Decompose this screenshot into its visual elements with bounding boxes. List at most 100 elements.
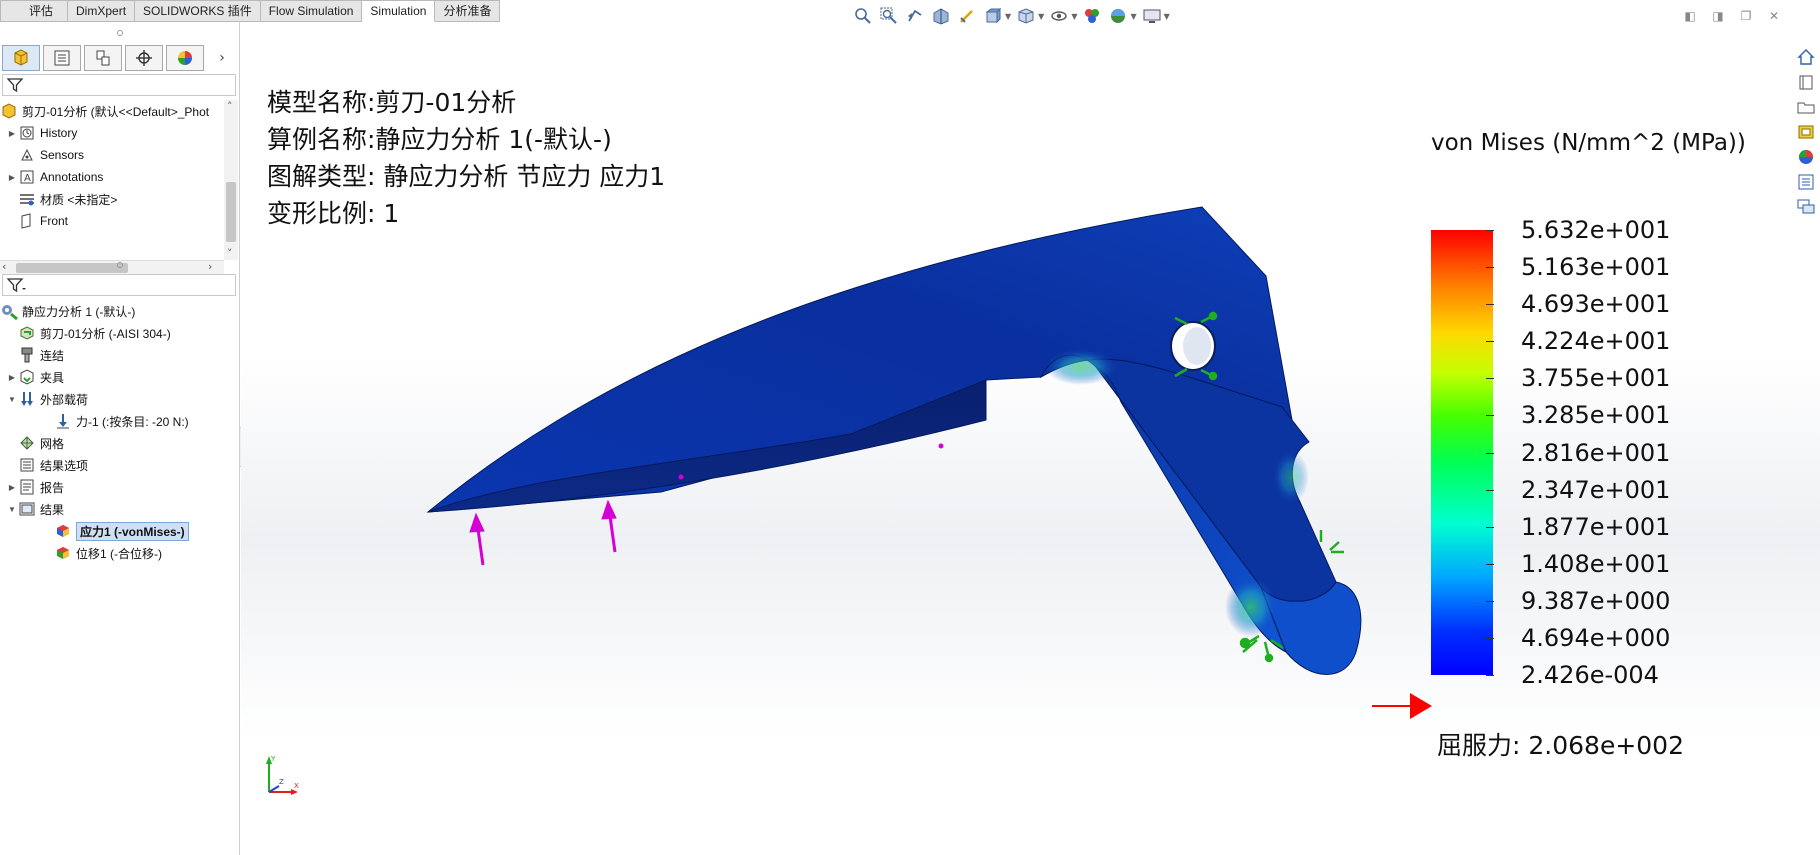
simulation-tree-item-label: 连结: [40, 348, 65, 363]
simulation-tree-item[interactable]: 位移1 (-合位移-): [0, 542, 240, 564]
display-style-dropdown-icon[interactable]: ▼: [1038, 12, 1044, 21]
expand-arrow-icon[interactable]: ▶: [6, 129, 18, 138]
part-icon: [18, 324, 36, 342]
displacement-plot-icon: [54, 544, 72, 562]
property-manager-tab-icon[interactable]: [43, 45, 81, 71]
horizontal-scroll-thumb[interactable]: [16, 263, 128, 273]
expand-arrow-icon[interactable]: ▼: [6, 395, 18, 404]
forum-icon[interactable]: [1794, 196, 1818, 218]
simulation-tree-item[interactable]: 连结: [0, 344, 240, 366]
simulation-tree-item[interactable]: ▼ 结果: [0, 498, 240, 520]
simulation-tree-item[interactable]: 力-1 (:按条目: -20 N:): [0, 410, 240, 432]
feature-tree-item[interactable]: Sensors: [0, 144, 240, 166]
expand-arrow-icon[interactable]: ▶: [6, 373, 18, 382]
study-root[interactable]: 静应力分析 1 (-默认-): [0, 300, 240, 322]
simulation-tree-item[interactable]: 剪刀-01分析 (-AISI 304-): [0, 322, 240, 344]
configuration-manager-tab-icon[interactable]: [84, 45, 122, 71]
command-tab[interactable]: Flow Simulation: [260, 0, 363, 22]
legend-value: 5.163e+001: [1521, 253, 1671, 282]
split-drag-handle[interactable]: [116, 262, 123, 268]
view-orientation-icon[interactable]: [982, 5, 1004, 27]
scissors-blade-body[interactable]: [426, 206, 1362, 675]
command-tab[interactable]: 分析准备: [435, 0, 501, 22]
legend-tick: [1486, 378, 1494, 380]
feature-tree-item[interactable]: 材质 <未指定>: [0, 188, 240, 210]
edit-appearance-icon[interactable]: [1081, 5, 1103, 27]
simulation-tree-item-label: 外部载荷: [40, 392, 89, 407]
hide-show-dropdown-icon[interactable]: ▼: [1071, 12, 1077, 21]
panel-drag-handle[interactable]: [116, 30, 123, 36]
external-loads-icon: [18, 390, 36, 408]
close-icon[interactable]: ✕: [1766, 8, 1782, 24]
feature-tree-vertical-scrollbar[interactable]: ˄ ˅: [224, 100, 238, 260]
vertical-scroll-thumb[interactable]: [226, 182, 236, 242]
feature-tree-item[interactable]: ▶ History: [0, 122, 240, 144]
view-settings-dropdown-icon[interactable]: ▼: [1164, 12, 1170, 21]
feature-manager-tab-icon[interactable]: [2, 45, 40, 71]
tile-right-icon[interactable]: ◨: [1710, 8, 1726, 24]
expand-arrow-icon[interactable]: ▶: [6, 483, 18, 492]
zoom-to-fit-icon[interactable]: [852, 5, 874, 27]
scroll-up-icon[interactable]: ˄: [227, 100, 233, 113]
simulation-tree-item-label: 报告: [40, 480, 65, 495]
feature-tree-horizontal-scrollbar[interactable]: ‹ ›: [0, 260, 224, 274]
feature-tree-filter[interactable]: [2, 74, 236, 96]
graphics-area[interactable]: 模型名称:剪刀-01分析 算例名称:静应力分析 1(-默认-) 图解类型: 静应…: [241, 22, 1820, 855]
command-tab[interactable]: 评估: [0, 0, 69, 22]
feature-tree-root[interactable]: 剪刀-01分析 (默认<<Default>_Phot: [0, 100, 240, 122]
scroll-down-icon[interactable]: ˅: [227, 247, 233, 260]
simulation-tree-item[interactable]: 网格: [0, 432, 240, 454]
command-tab[interactable]: Simulation: [362, 0, 436, 22]
restore-icon[interactable]: ❐: [1738, 8, 1754, 24]
results-icon: [18, 500, 36, 518]
expand-arrow-icon[interactable]: ▶: [6, 173, 18, 182]
connections-icon: [18, 346, 36, 364]
simulation-tree-item-label: 结果选项: [40, 458, 89, 473]
simulation-tree-item[interactable]: ▼ 外部载荷: [0, 388, 240, 410]
tile-left-icon[interactable]: ◧: [1682, 8, 1698, 24]
dimxpert-manager-tab-icon[interactable]: [125, 45, 163, 71]
report-icon: [18, 478, 36, 496]
apply-scene-dropdown-icon[interactable]: ▼: [1130, 12, 1136, 21]
solidworks-resources-icon[interactable]: [1794, 46, 1818, 68]
apply-scene-icon[interactable]: [1107, 5, 1129, 27]
scroll-left-icon[interactable]: ‹: [2, 260, 6, 273]
design-library-icon[interactable]: [1794, 71, 1818, 93]
custom-properties-icon[interactable]: [1794, 171, 1818, 193]
simulation-tree-item[interactable]: ▶ 报告: [0, 476, 240, 498]
simulation-tree-item[interactable]: 应力1 (-vonMises-): [0, 520, 240, 542]
display-style-icon[interactable]: [1015, 5, 1037, 27]
dynamic-annotation-icon[interactable]: [956, 5, 978, 27]
command-manager-tabs: 评估 DimXpert SOLIDWORKS 插件 Flow Simulation Si…: [0, 0, 501, 22]
feature-tree-item[interactable]: ▶ A Annotations: [0, 166, 240, 188]
feature-tree-item[interactable]: Front: [0, 210, 240, 232]
legend-tick: [1486, 304, 1494, 306]
command-tab[interactable]: SOLIDWORKS 插件: [135, 0, 261, 22]
more-tabs-chevron-icon[interactable]: ›: [213, 45, 231, 71]
scroll-right-icon[interactable]: ›: [208, 260, 212, 273]
appearances-scenes-icon[interactable]: [1794, 146, 1818, 168]
view-orientation-dropdown-icon[interactable]: ▼: [1005, 12, 1011, 21]
plane-icon: [18, 212, 36, 230]
simulation-tree-item[interactable]: 结果选项: [0, 454, 240, 476]
zoom-area-icon[interactable]: [878, 5, 900, 27]
sensors-icon: [18, 146, 36, 164]
previous-view-icon[interactable]: [904, 5, 926, 27]
display-manager-tab-icon[interactable]: [166, 45, 204, 71]
simulation-tree-item[interactable]: ▶ 夹具: [0, 366, 240, 388]
hide-show-items-icon[interactable]: [1048, 5, 1070, 27]
section-view-icon[interactable]: [930, 5, 952, 27]
legend-tick: [1486, 526, 1494, 528]
legend-tick: [1486, 230, 1494, 231]
view-settings-icon[interactable]: [1141, 5, 1163, 27]
file-explorer-icon[interactable]: [1794, 96, 1818, 118]
reference-triad-icon[interactable]: Y X Z: [263, 752, 303, 798]
feature-tree: 剪刀-01分析 (默认<<Default>_Phot ▶ History Senso…: [0, 100, 240, 232]
history-icon: [18, 124, 36, 142]
view-palette-icon[interactable]: [1794, 121, 1818, 143]
static-study-icon: [0, 302, 18, 320]
command-tab[interactable]: DimXpert: [68, 0, 136, 22]
simulation-tree-filter[interactable]: [2, 274, 236, 296]
expand-arrow-icon[interactable]: ▼: [6, 505, 18, 514]
legend-value: 2.426e-004: [1521, 661, 1659, 689]
